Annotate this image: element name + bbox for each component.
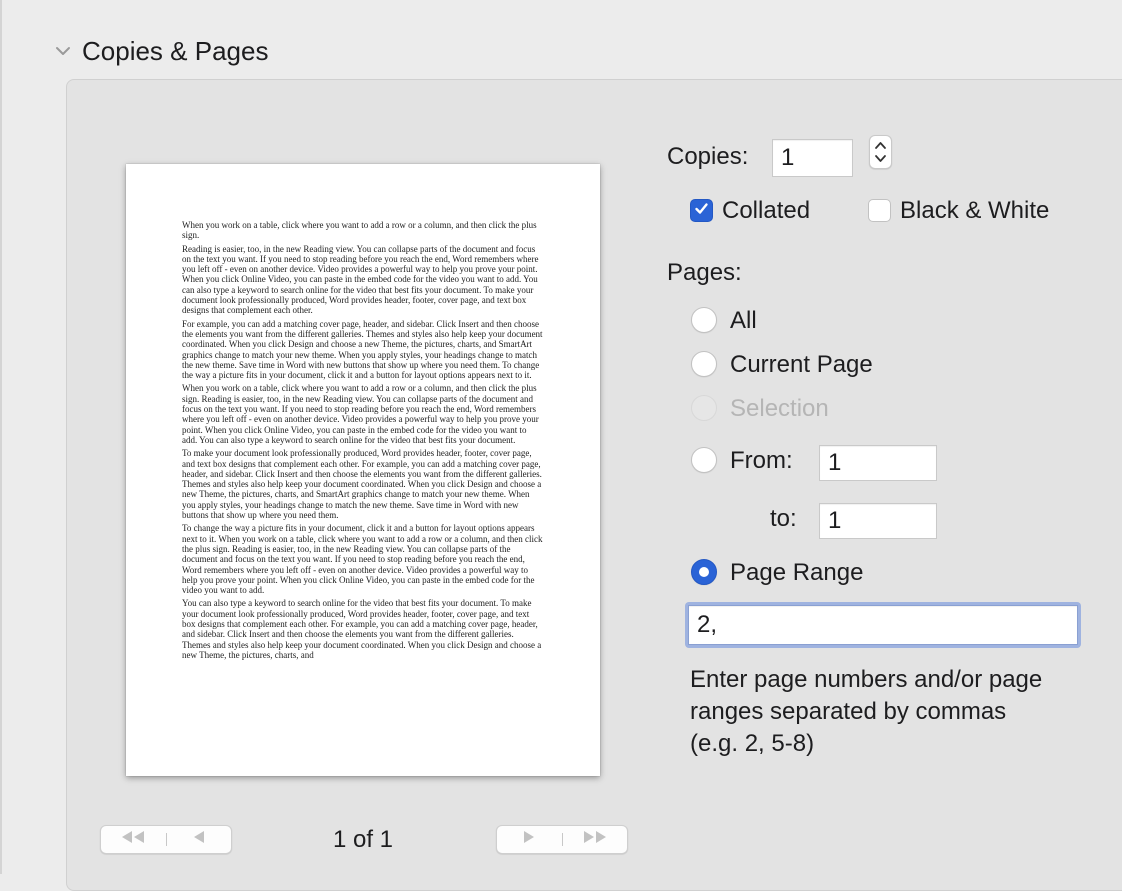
preview-paragraph: You can also type a keyword to search on… bbox=[182, 598, 542, 660]
collated-checkbox[interactable] bbox=[690, 199, 713, 222]
copies-input[interactable] bbox=[772, 139, 853, 177]
collated-label[interactable]: Collated bbox=[722, 196, 810, 226]
pages-to-label: to: bbox=[770, 505, 797, 532]
page-counter: 1 of 1 bbox=[332, 826, 394, 853]
pages-all-label[interactable]: All bbox=[730, 306, 757, 336]
checkmark-icon bbox=[693, 200, 710, 222]
pages-current-radio[interactable] bbox=[691, 351, 717, 377]
preview-paragraph: To change the way a picture fits in your… bbox=[182, 523, 543, 596]
pages-label: Pages: bbox=[667, 259, 742, 286]
stepper-arrows-icon bbox=[870, 142, 891, 172]
to-page-input[interactable] bbox=[819, 503, 937, 539]
page-range-input[interactable] bbox=[688, 605, 1078, 645]
page-range-focus-ring bbox=[685, 602, 1081, 648]
black-white-label[interactable]: Black & White bbox=[900, 196, 1049, 226]
preview-paragraph: Reading is easier, too, in the new Readi… bbox=[182, 243, 539, 316]
page-preview: When you work on a table, click where yo… bbox=[126, 164, 600, 776]
window-edge bbox=[0, 0, 2, 874]
pages-all-radio[interactable] bbox=[691, 307, 717, 333]
pages-range-label[interactable]: Page Range bbox=[730, 558, 863, 588]
preview-paragraph: When you work on a table, click where yo… bbox=[182, 383, 539, 445]
pages-current-label[interactable]: Current Page bbox=[730, 350, 873, 380]
first-page-icon bbox=[118, 830, 148, 849]
black-white-checkbox[interactable] bbox=[868, 199, 891, 222]
radio-dot bbox=[699, 567, 709, 577]
preview-paragraph: For example, you can add a matching cove… bbox=[182, 318, 543, 381]
page-range-hint: Enter page numbers and/or page ranges se… bbox=[690, 666, 1043, 757]
pages-from-radio[interactable] bbox=[691, 447, 717, 473]
copies-stepper[interactable] bbox=[869, 135, 892, 169]
next-page-icon bbox=[521, 830, 537, 849]
chevron-down-icon[interactable] bbox=[54, 42, 72, 60]
first-page-button[interactable] bbox=[101, 826, 166, 853]
pages-selection-label: Selection bbox=[730, 395, 829, 422]
preview-paragraph: To make your document look professionall… bbox=[182, 448, 542, 521]
pages-range-radio[interactable] bbox=[691, 559, 717, 585]
page-preview-text: When you work on a table, click where yo… bbox=[182, 220, 544, 663]
pages-from-label[interactable]: From: bbox=[730, 446, 793, 476]
pages-selection-radio bbox=[691, 395, 717, 421]
next-navigation-group bbox=[496, 825, 628, 854]
prev-navigation-group bbox=[100, 825, 232, 854]
previous-page-button[interactable] bbox=[167, 826, 232, 853]
previous-page-icon bbox=[191, 830, 207, 849]
from-page-input[interactable] bbox=[819, 445, 937, 481]
next-page-button[interactable] bbox=[497, 826, 562, 853]
section-title[interactable]: Copies & Pages bbox=[82, 34, 268, 68]
copies-label: Copies: bbox=[667, 143, 749, 170]
last-page-button[interactable] bbox=[563, 826, 628, 853]
preview-paragraph: When you work on a table, click where yo… bbox=[182, 220, 537, 241]
last-page-icon bbox=[580, 830, 610, 849]
